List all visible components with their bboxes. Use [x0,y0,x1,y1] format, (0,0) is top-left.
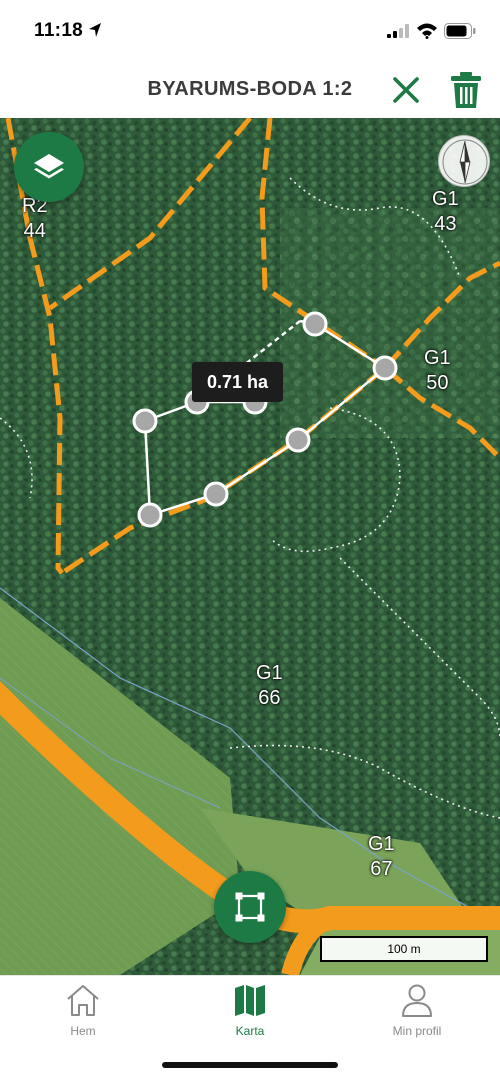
stand-number: 44 [23,220,46,242]
stand-number: 66 [258,687,281,709]
stand-type: G1 [424,347,451,369]
nav-label: Hem [70,1024,96,1038]
stand-number: 43 [434,213,457,235]
stand-type: G1 [368,833,395,855]
nav-label: Min profil [392,1024,442,1038]
delete-button[interactable] [449,70,483,110]
nav-label: Karta [235,1024,265,1038]
close-icon [393,77,419,103]
stand-label[interactable]: G1 67 [368,832,395,882]
stand-label[interactable]: G1 66 [256,661,283,711]
satellite-map[interactable] [0,118,500,975]
signal-icon [387,24,409,38]
nav-item-profile[interactable]: Min profil [334,982,500,1042]
stand-number: 67 [370,858,393,880]
home-icon [67,985,99,1016]
layers-button[interactable] [14,132,84,202]
nav-item-home[interactable]: Hem [0,982,166,1042]
stand-number: 50 [426,372,449,394]
map-icon [235,985,265,1016]
draw-area-button[interactable] [214,871,286,943]
scale-label: 100 m [387,942,421,956]
close-button[interactable] [390,74,422,106]
stand-type: G1 [432,188,459,210]
battery-icon [444,23,476,39]
compass-icon [442,139,488,185]
stand-label[interactable]: G1 50 [424,346,451,396]
profile-icon [402,984,432,1017]
status-time: 11:18 [34,20,84,41]
area-measurement-badge: 0.71 ha [192,362,283,402]
nav-item-map[interactable]: Karta [167,982,333,1042]
status-bar: 11:18 [0,0,500,62]
map-scale-bar: 100 m [320,936,488,962]
trash-icon [451,72,481,108]
page-title: BYARUMS-BODA 1:2 [147,78,353,100]
layers-icon [34,154,64,179]
compass-button[interactable] [438,135,490,187]
wifi-icon [417,23,437,39]
polygon-draw-icon [235,892,265,922]
stand-type: G1 [256,662,283,684]
map-view[interactable]: R2 44 G1 43 G1 50 G1 66 G1 67 0.71 ha 10… [0,118,500,975]
location-arrow-icon [89,23,101,37]
header: BYARUMS-BODA 1:2 [0,62,500,118]
home-indicator[interactable] [162,1062,338,1068]
stand-label[interactable]: G1 43 [432,187,459,237]
